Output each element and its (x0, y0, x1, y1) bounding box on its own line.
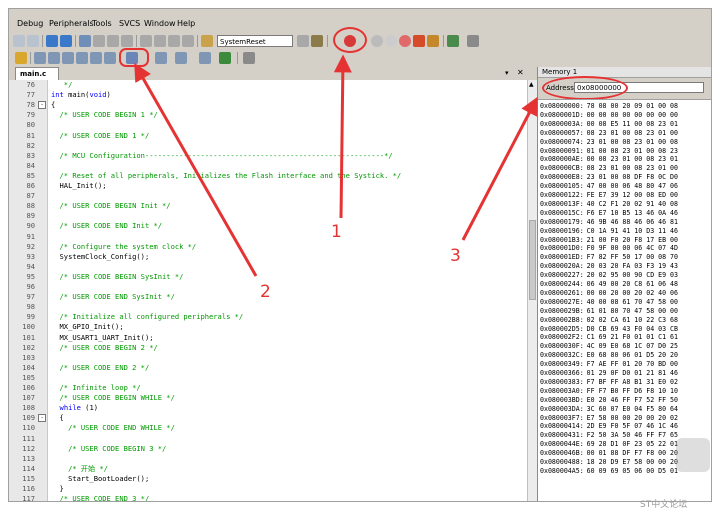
annotation-arrows (134, 54, 538, 277)
arrow-2 (134, 62, 258, 277)
arrow-1 (333, 54, 352, 219)
annotation-label-2: 2 (260, 282, 271, 302)
annotation-label-3: 3 (450, 246, 461, 266)
watermark-logo (676, 438, 710, 472)
watermark-text: ST中文论坛 (640, 500, 688, 510)
annotation-label-1: 1 (331, 222, 342, 242)
arrow-3 (461, 96, 538, 241)
